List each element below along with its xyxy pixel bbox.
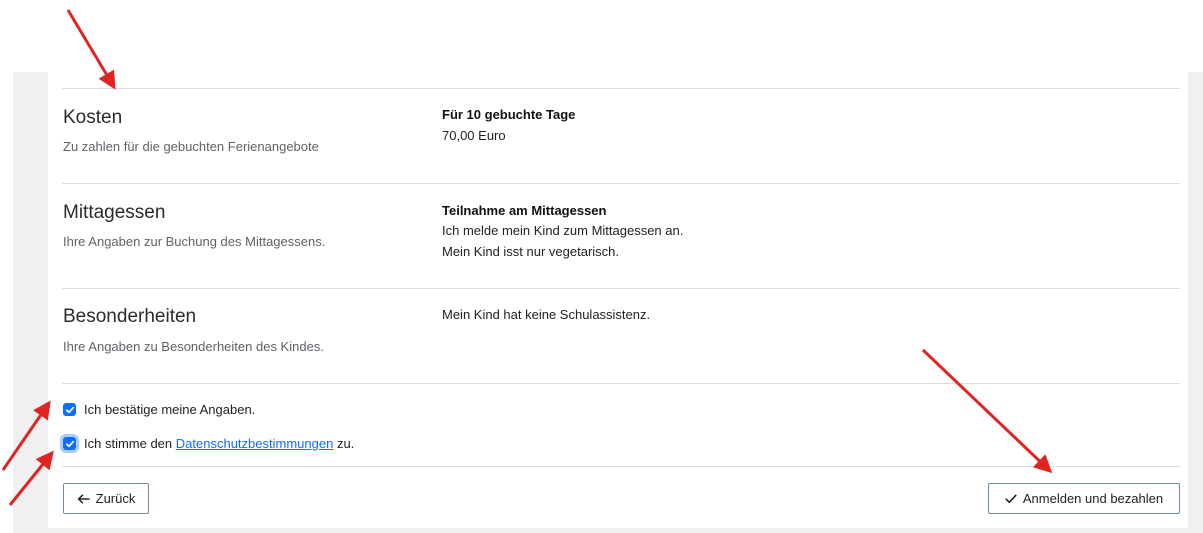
divider [62,288,1180,289]
register-and-pay-button[interactable]: Anmelden und bezahlen [988,483,1180,514]
section-title-besonderheiten: Besonderheiten [63,306,197,327]
checkmark-icon [65,440,74,447]
privacy-checkbox[interactable] [63,437,76,450]
mittagessen-value-line-1: Ich melde mein Kind zum Mittagessen an. [442,223,684,238]
kosten-value-heading: Für 10 gebuchte Tage [442,107,576,122]
divider [62,88,1180,89]
check-icon [1005,494,1017,504]
checkmark-icon [65,406,74,413]
privacy-label-suffix: zu. [336,436,355,451]
section-description-mittagessen: Ihre Angaben zur Buchung des Mittagessen… [63,234,326,249]
confirm-label: Ich bestätige meine Angaben. [84,402,256,417]
confirm-row: Ich bestätige meine Angaben. [63,402,255,417]
section-description-besonderheiten: Ihre Angaben zu Besonderheiten des Kinde… [63,339,324,354]
privacy-row: Ich stimme den Datenschutzbestimmungen z… [63,436,354,451]
divider [62,183,1180,184]
privacy-label-prefix: Ich stimme den [84,436,173,451]
booking-summary-card: Kosten Zu zahlen für die gebuchten Ferie… [48,72,1188,528]
register-and-pay-label: Anmelden und bezahlen [1022,491,1164,506]
section-description-kosten: Zu zahlen für die gebuchten Ferienangebo… [63,139,319,154]
besonderheiten-value-line-1: Mein Kind hat keine Schulassistenz. [442,307,651,322]
arrow-left-icon [77,493,90,504]
section-title-mittagessen: Mittagessen [63,202,166,223]
mittagessen-value-heading: Teilnahme am Mittagessen [442,203,607,218]
confirm-checkbox[interactable] [63,403,76,416]
privacy-policy-link[interactable]: Datenschutzbestimmungen [176,436,334,451]
section-title-kosten: Kosten [63,107,123,128]
back-button[interactable]: Zurück [63,483,149,514]
divider [62,383,1180,384]
kosten-amount: 70,00 Euro [442,128,506,143]
divider [62,466,1180,467]
back-button-label: Zurück [95,491,136,506]
mittagessen-value-line-2: Mein Kind isst nur vegetarisch. [442,244,620,259]
